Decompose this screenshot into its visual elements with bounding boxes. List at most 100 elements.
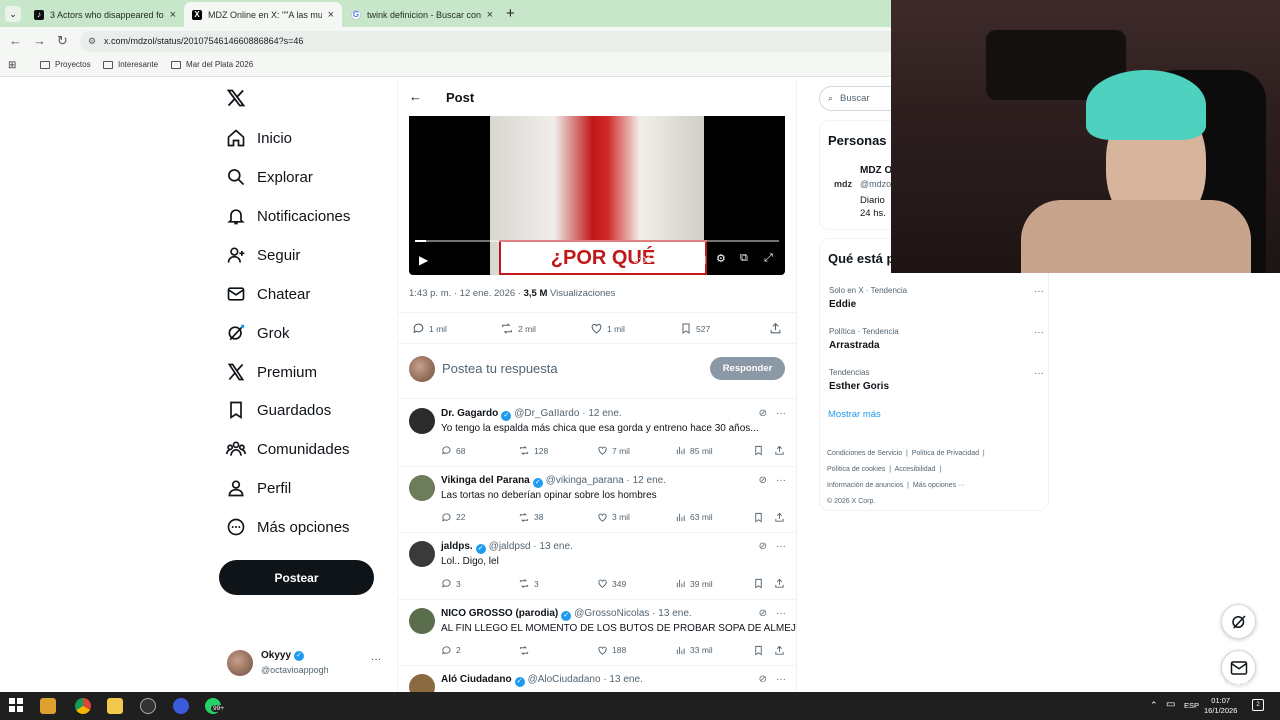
grok-icon[interactable]: ⊘: [759, 408, 767, 419]
more-icon[interactable]: ···: [776, 475, 786, 486]
show-more-link[interactable]: Mostrar más: [828, 409, 881, 420]
reply-author[interactable]: NICO GROSSO (parodia) ✓ @GrossoNicolas · 1…: [441, 608, 692, 621]
browser-tab-3[interactable]: G twink definicion - Buscar con G ×: [343, 2, 501, 27]
grok-floating-button[interactable]: [1221, 604, 1256, 639]
play-icon[interactable]: ▶: [419, 253, 428, 267]
reply-count[interactable]: 22: [441, 512, 465, 523]
sidebar-item-notificaciones[interactable]: Notificaciones: [225, 202, 350, 230]
bookmark-action[interactable]: [753, 645, 768, 656]
clock[interactable]: 01:07 16/1/2026: [1204, 696, 1237, 716]
footer-link[interactable]: Política de Privacidad: [912, 450, 979, 457]
views-count[interactable]: 33 mil: [675, 645, 713, 656]
reply-button[interactable]: Responder: [710, 357, 785, 380]
like-count[interactable]: 349: [597, 578, 626, 589]
obs-icon[interactable]: [140, 698, 156, 714]
avatar[interactable]: [409, 408, 435, 434]
bookmark-action[interactable]: 527: [680, 322, 710, 335]
grok-icon[interactable]: ⊘: [759, 475, 767, 486]
windows-start-icon[interactable]: [9, 698, 25, 714]
video-progress-track[interactable]: [415, 240, 779, 242]
sidebar-item-comunidades[interactable]: Comunidades: [225, 435, 350, 463]
app-icon[interactable]: [173, 698, 189, 714]
share-action[interactable]: [769, 322, 786, 335]
avatar[interactable]: [409, 541, 435, 567]
reply-item[interactable]: Vikinga del Parana ✓ @vikinga_parana · 12 …: [398, 467, 796, 533]
forward-icon[interactable]: →: [33, 33, 46, 48]
account-more-icon[interactable]: ···: [371, 654, 381, 665]
bookmark-action[interactable]: [753, 578, 768, 589]
share-action[interactable]: [774, 445, 789, 456]
browser-tab-2[interactable]: X MDZ Online en X: ""A las mujer ×: [184, 2, 342, 27]
grok-icon[interactable]: ⊘: [759, 608, 767, 619]
sidebar-item-grok[interactable]: Grok: [225, 319, 290, 347]
close-tab-icon[interactable]: ×: [487, 9, 493, 21]
repost-count[interactable]: 3: [518, 578, 539, 589]
trend-item[interactable]: Política · Tendencia ··· Arrastrada: [829, 327, 1044, 351]
file-explorer-icon[interactable]: [107, 698, 123, 714]
footer-link[interactable]: Política de cookies: [827, 466, 885, 473]
repost-action[interactable]: 2 mil: [500, 322, 536, 335]
share-action[interactable]: [774, 578, 789, 589]
bookmark-proyectos[interactable]: Proyectos: [40, 60, 91, 69]
reply-author[interactable]: Vikinga del Parana ✓ @vikinga_parana · 12 …: [441, 475, 666, 488]
sidebar-item-guardados[interactable]: Guardados: [225, 396, 331, 424]
grok-icon[interactable]: ⊘: [759, 541, 767, 552]
views-count[interactable]: 63 mil: [675, 512, 713, 523]
like-count[interactable]: 188: [597, 645, 626, 656]
tab-search-dropdown[interactable]: ⌄: [5, 6, 21, 22]
repost-count[interactable]: 38: [518, 512, 543, 523]
reply-action[interactable]: 1 mil: [412, 322, 447, 335]
sidebar-item-mas-opciones[interactable]: Más opciones: [225, 513, 350, 541]
share-action[interactable]: [774, 645, 789, 656]
close-tab-icon[interactable]: ×: [170, 9, 176, 21]
media-player-icon[interactable]: [40, 698, 56, 714]
close-tab-icon[interactable]: ×: [328, 9, 334, 21]
reply-count[interactable]: 3: [441, 578, 461, 589]
reply-item[interactable]: NICO GROSSO (parodia) ✓ @GrossoNicolas · 1…: [398, 600, 796, 666]
new-tab-button[interactable]: +: [506, 5, 515, 22]
sidebar-item-seguir[interactable]: Seguir: [225, 241, 300, 269]
like-count[interactable]: 3 mil: [597, 512, 630, 523]
sidebar-item-inicio[interactable]: Inicio: [225, 124, 292, 152]
reply-item[interactable]: Dr. Gagardo ✓ @Dr_GaIIardo · 12 ene. ⊘ ··· Yo…: [398, 400, 796, 467]
trend-more-icon[interactable]: ···: [1034, 368, 1044, 379]
sidebar-item-chatear[interactable]: Chatear: [225, 280, 310, 308]
avatar[interactable]: [409, 607, 435, 634]
back-icon[interactable]: ←: [9, 33, 22, 48]
bookmark-mar-del-plata[interactable]: Mar del Plata 2026: [171, 60, 253, 69]
like-action[interactable]: 1 mil: [590, 322, 625, 335]
avatar[interactable]: [409, 674, 435, 692]
trend-more-icon[interactable]: ···: [1034, 327, 1044, 338]
tray-chevron-icon[interactable]: ⌃: [1150, 700, 1158, 711]
site-info-icon[interactable]: ⚙: [88, 31, 96, 52]
footer-link[interactable]: Accesibilidad: [895, 466, 936, 473]
bookmark-action[interactable]: [753, 512, 768, 523]
trend-item[interactable]: Solo en X · Tendencia ··· Eddie: [829, 286, 1044, 310]
apps-icon[interactable]: ⊞: [8, 60, 16, 71]
settings-icon[interactable]: ⚙: [716, 252, 726, 265]
reply-author[interactable]: Aló Ciudadano ✓ @AloCiudadano · 13 ene.: [441, 674, 643, 687]
reply-input[interactable]: Postea tu respuesta: [442, 361, 558, 376]
footer-link[interactable]: Condiciones de Servicio: [827, 450, 902, 457]
chrome-icon[interactable]: [75, 698, 91, 714]
bookmark-interesante[interactable]: Interesante: [103, 60, 158, 69]
views-count[interactable]: 39 mil: [675, 578, 713, 589]
reply-item[interactable]: jaldps. ✓ @jaldpsd · 13 ene. ⊘ ··· Lol.. Digo…: [398, 533, 796, 600]
views-count[interactable]: 85 mil: [675, 445, 713, 456]
network-icon[interactable]: ▭: [1166, 699, 1175, 710]
notification-center-icon[interactable]: 2: [1252, 699, 1264, 711]
footer-link[interactable]: Más opciones ···: [913, 482, 965, 489]
bookmark-action[interactable]: [753, 445, 768, 456]
footer-link[interactable]: Información de anuncios: [827, 482, 903, 489]
whatsapp-icon[interactable]: 99+: [205, 698, 227, 714]
x-logo[interactable]: [226, 88, 246, 108]
avatar[interactable]: [409, 474, 435, 501]
reply-count[interactable]: 2: [441, 645, 461, 656]
reply-count[interactable]: 68: [441, 445, 465, 456]
more-icon[interactable]: ···: [776, 408, 786, 419]
pip-icon[interactable]: ⧉: [740, 252, 748, 265]
reply-author[interactable]: Dr. Gagardo ✓ @Dr_GaIIardo · 12 ene.: [441, 408, 622, 421]
repost-count[interactable]: 128: [518, 445, 548, 456]
video-player[interactable]: ¿POR QUÉ ▶ 0:01 / 0:46 ◁ ⚙ ⧉ ⤢: [409, 116, 785, 275]
sidebar-item-explorar[interactable]: Explorar: [225, 163, 313, 191]
